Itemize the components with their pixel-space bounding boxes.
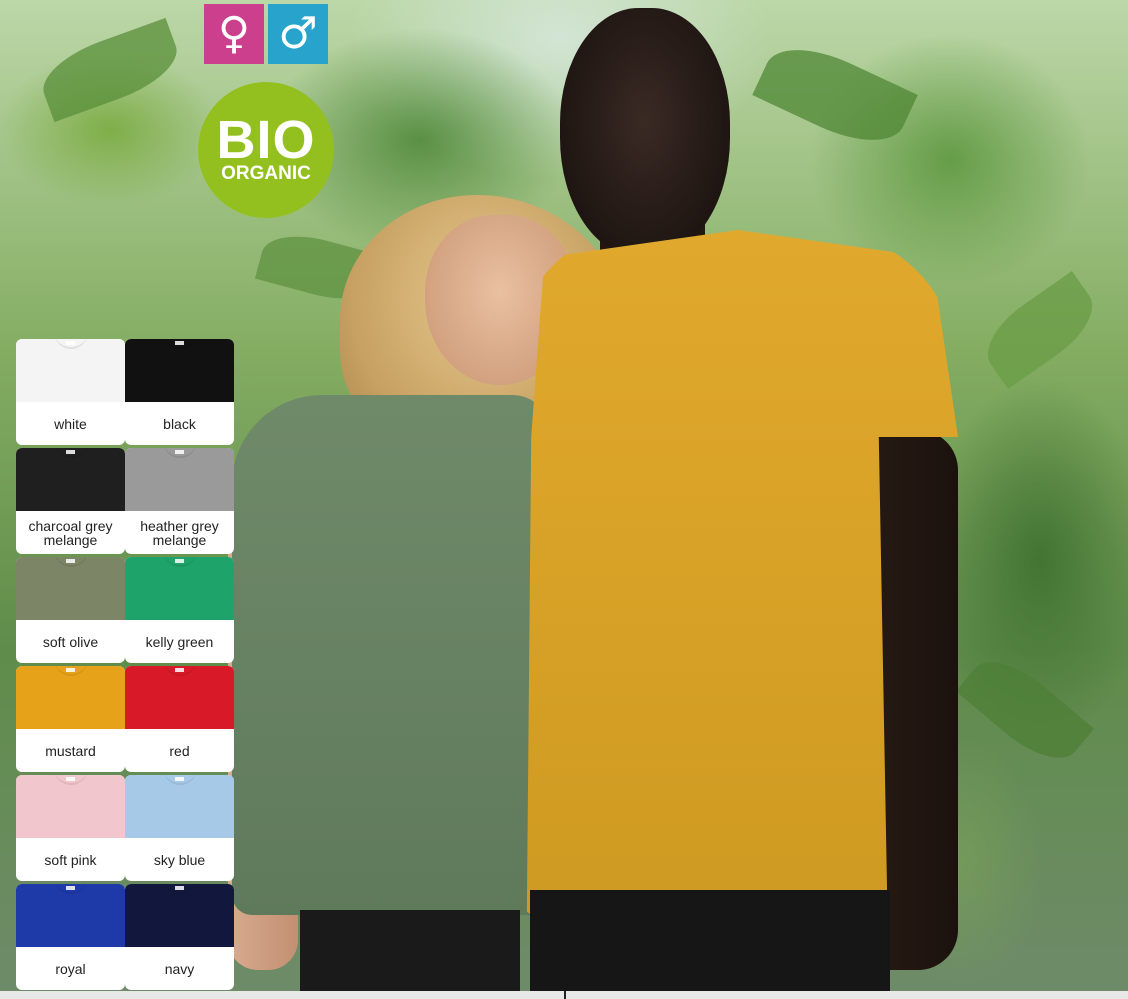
color-swatch-soft-pink[interactable]: soft pink [16,775,125,881]
swatch-label: kelly green [145,633,214,650]
man-head [560,8,730,258]
tshirt-tag-icon [175,341,184,345]
swatch-label: black [163,415,196,432]
badge-title: BIO [216,110,316,170]
badge-subtitle: ORGANIC [221,163,311,184]
tshirt-tag-icon [175,668,184,672]
female-symbol-icon: ♀ [204,4,264,64]
swatch-label: charcoal grey melange [28,517,113,548]
tshirt-swatch-image [16,448,125,511]
color-swatch-sky-blue[interactable]: sky blue [125,775,234,881]
tshirt-tag-icon [66,559,75,563]
woman-pants [300,910,520,999]
swatch-label: soft pink [44,851,97,868]
tshirt-swatch-image [125,666,234,729]
leaf-decoration [955,645,1095,775]
male-symbol-icon: ♂ [268,4,328,64]
color-swatch-royal[interactable]: royal [16,884,125,990]
tshirt-tag-icon [66,668,75,672]
color-swatch-black[interactable]: black [125,339,234,445]
swatch-label: mustard [45,742,96,759]
leaf-decoration [752,31,918,159]
color-swatch-mustard[interactable]: mustard [16,666,125,772]
swatch-label: royal [55,960,86,977]
swatch-label: soft olive [42,633,99,650]
swatch-label: white [54,415,87,432]
leaf-decoration [973,271,1107,389]
tshirt-swatch-image [16,339,125,402]
tshirt-tag-icon [175,559,184,563]
bottom-divider-tick [564,991,566,999]
color-swatch-charcoal-grey-melange[interactable]: charcoal grey melange [16,448,125,554]
woman-olive-tshirt [232,395,552,915]
swatch-label: navy [164,960,195,977]
swatch-label: red [169,742,190,759]
tshirt-swatch-image [125,884,234,947]
color-swatch-kelly-green[interactable]: kelly green [125,557,234,663]
tshirt-swatch-image [16,884,125,947]
tshirt-tag-icon [66,450,75,454]
tshirt-tag-icon [66,777,75,781]
tshirt-swatch-image [125,775,234,838]
tshirt-tag-icon [175,450,184,454]
tshirt-swatch-image [125,557,234,620]
swatch-label: sky blue [153,851,206,868]
color-swatch-red[interactable]: red [125,666,234,772]
tshirt-swatch-image [16,666,125,729]
color-swatch-navy[interactable]: navy [125,884,234,990]
bio-organic-badge: BIO ORGANIC [198,82,334,218]
leaf-decoration [33,17,187,123]
tshirt-tag-icon [66,886,75,890]
tshirt-tag-icon [66,341,75,345]
color-swatch-white[interactable]: white [16,339,125,445]
swatch-label: heather grey melange [140,517,219,548]
tshirt-swatch-image [16,557,125,620]
tshirt-tag-icon [175,886,184,890]
tshirt-swatch-image [125,339,234,402]
tshirt-tag-icon [175,777,184,781]
tshirt-swatch-image [125,448,234,511]
tshirt-swatch-image [16,775,125,838]
color-swatch-soft-olive[interactable]: soft olive [16,557,125,663]
color-swatch-heather-grey-melange[interactable]: heather grey melange [125,448,234,554]
man-pants [530,890,890,999]
